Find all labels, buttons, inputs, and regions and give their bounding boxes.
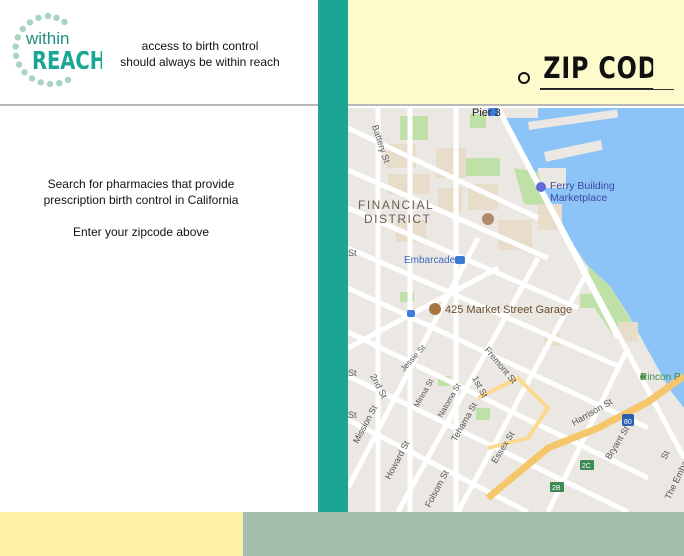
intro-text: Search for pharmacies that provide presc… [20, 176, 262, 240]
label-ferry2: Marketplace [550, 192, 607, 204]
footer-green-block [243, 512, 684, 556]
label-st-right: St [659, 448, 672, 460]
logo-within-text: within [25, 29, 69, 48]
garage-marker[interactable] [429, 303, 441, 315]
label-embarcadero: Embarcadero [404, 255, 464, 266]
label-bryant: Bryant St [603, 424, 631, 461]
label-st-left-1: St [348, 248, 357, 258]
tagline-line-1: access to birth control [141, 39, 259, 53]
accent-bar [318, 0, 348, 512]
label-shield-80: 80 [624, 419, 632, 426]
label-rincon: Rincon P [640, 372, 681, 383]
map-canvas[interactable]: Pier 3 Ferry Building Marketplace FINANC… [348, 108, 684, 512]
label-district2: DISTRICT [364, 212, 431, 226]
label-st-left-3: St [348, 410, 357, 420]
intro-instruction: Enter your zipcode above [72, 225, 210, 239]
header-divider [0, 104, 318, 106]
ferry-building-marker[interactable] [536, 182, 546, 192]
tagline-line-2: should always be within reach [120, 55, 280, 69]
label-folsom: Folsom St [423, 468, 451, 509]
transit-icon-2[interactable] [407, 310, 415, 317]
search-radio-button[interactable] [518, 72, 530, 84]
label-district: FINANCIAL [358, 198, 434, 212]
poi-marker[interactable] [482, 213, 494, 225]
zip-code-underline [540, 89, 674, 90]
label-minna: Minna St [412, 376, 436, 409]
footer-yellow-block [0, 512, 243, 556]
zip-code-input[interactable] [540, 48, 654, 89]
intro-line-1: Search for pharmacies that provide [47, 177, 235, 191]
pharmacy-map[interactable]: Pier 3 Ferry Building Marketplace FINANC… [348, 108, 684, 512]
label-garage: 425 Market Street Garage [445, 304, 572, 316]
tagline: access to birth control should always be… [108, 38, 292, 70]
label-shield-2b: 2B [552, 485, 561, 492]
intro-line-2: prescription birth control in California [43, 193, 239, 207]
bay-water [498, 108, 684, 408]
label-st-left-2: St [348, 368, 357, 378]
label-shield-2c: 2C [582, 463, 591, 470]
label-ferry1: Ferry Building [550, 180, 615, 192]
label-pier: Pier 3 [472, 108, 501, 119]
logo-reach-text: REACH [32, 47, 102, 76]
label-first: 1st St [470, 374, 490, 399]
within-reach-logo[interactable]: within REACH [10, 12, 102, 88]
